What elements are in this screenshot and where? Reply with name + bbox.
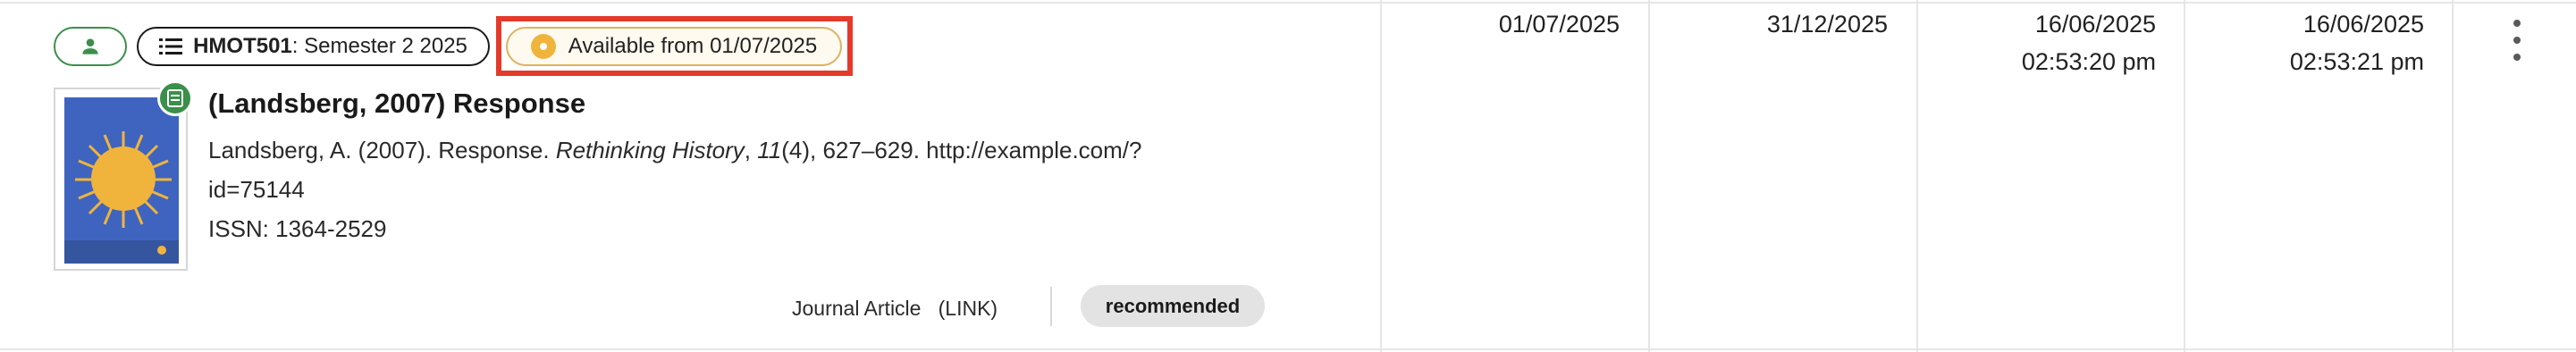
end-date-cell: 31/12/2025 — [1680, 5, 1888, 43]
updated-cell: 16/06/2025 02:53:21 pm — [2217, 5, 2424, 80]
column-divider — [2184, 0, 2185, 352]
citation-sep: , — [744, 137, 758, 163]
column-divider — [1380, 0, 1382, 352]
list-section-chip[interactable]: HMOT501: Semester 2 2025 — [137, 27, 490, 66]
citation-rest: (4), 627–629. http://example.com/? — [781, 137, 1142, 163]
item-title[interactable]: (Landsberg, 2007) Response — [208, 88, 585, 120]
module-term: : Semester 2 2025 — [291, 34, 467, 58]
citation-line-1: Landsberg, A. (2007). Response. Rethinki… — [208, 130, 1263, 170]
cover-image — [64, 97, 179, 264]
list-icon — [159, 38, 183, 54]
row-bottom-border — [0, 348, 2576, 350]
created-date: 16/06/2025 — [2034, 11, 2156, 38]
citation-journal: Rethinking History — [555, 137, 745, 163]
column-divider — [1648, 0, 1650, 352]
created-time: 02:53:20 pm — [2021, 48, 2156, 75]
start-date: 01/07/2025 — [1498, 11, 1620, 38]
resource-link[interactable]: (LINK) — [939, 297, 998, 320]
end-date: 31/12/2025 — [1766, 11, 1888, 38]
issn: ISSN: 1364-2529 — [208, 215, 387, 242]
type-separator — [1050, 287, 1052, 326]
module-code: HMOT501 — [193, 34, 292, 58]
item-citation: Landsberg, A. (2007). Response. Rethinki… — [208, 130, 1263, 248]
item-type: Journal Article (LINK) — [792, 297, 998, 321]
person-icon — [82, 38, 98, 54]
citation-volume: 11 — [757, 137, 782, 163]
created-cell: 16/06/2025 02:53:20 pm — [1949, 5, 2156, 80]
updated-date: 16/06/2025 — [2302, 11, 2424, 38]
more-vert-icon[interactable] — [2506, 20, 2528, 61]
column-divider — [2452, 0, 2454, 352]
list-section-label: HMOT501: Semester 2 2025 — [193, 34, 467, 59]
importance-tag[interactable]: recommended — [1081, 285, 1265, 327]
start-date-cell: 01/07/2025 — [1412, 5, 1620, 43]
reading-list-item-row: HMOT501: Semester 2 2025 Available from … — [0, 0, 2576, 352]
book-cover-thumbnail[interactable] — [54, 88, 188, 271]
updated-time: 02:53:21 pm — [2289, 48, 2424, 75]
availability-highlight-box — [496, 16, 853, 76]
citation-prefix: Landsberg, A. (2007). Response. — [208, 137, 556, 163]
resource-type: Journal Article — [792, 297, 922, 320]
row-top-border — [0, 2, 2576, 4]
column-divider — [1916, 0, 1918, 352]
document-badge-icon — [157, 80, 193, 116]
citation-line-2: id=75144 — [208, 176, 305, 203]
owner-chip[interactable] — [54, 27, 127, 66]
